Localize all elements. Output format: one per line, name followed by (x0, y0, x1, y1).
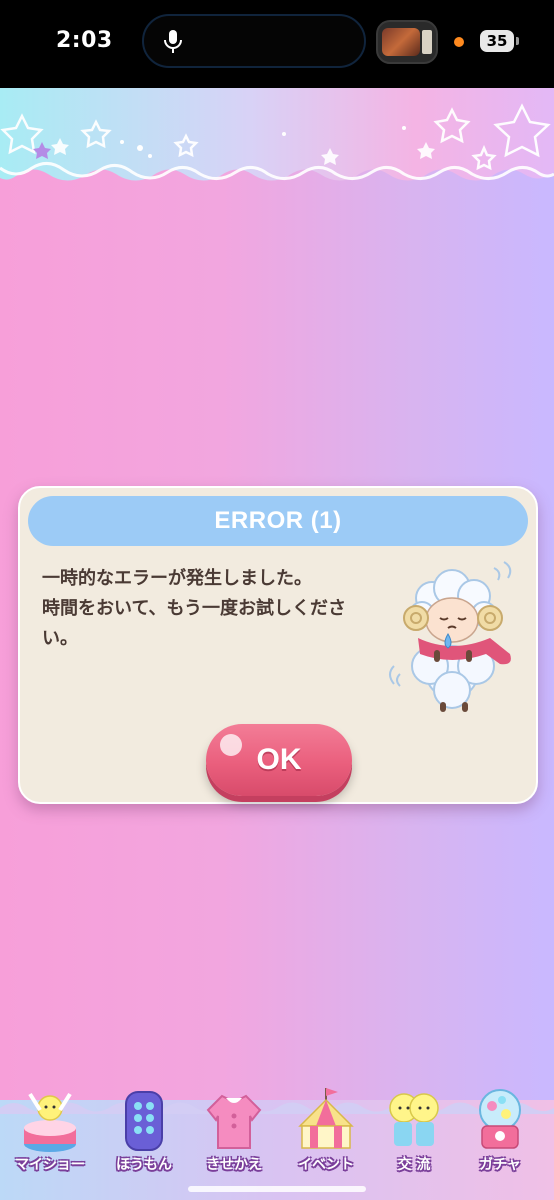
nav-item-myshow[interactable]: マイショー (10, 1086, 90, 1186)
stage-icon (24, 1092, 76, 1152)
top-star-banner (0, 88, 554, 181)
door-icon (125, 1091, 163, 1151)
nav-label-gacha: ガチャ (479, 1157, 521, 1173)
dress-icon (206, 1094, 262, 1149)
friends-icon (389, 1093, 439, 1146)
nav-label-dressup: きせかえ (206, 1157, 262, 1173)
nav-item-event[interactable]: イベント (286, 1086, 366, 1186)
dialog-message: 一時的なエラーが発生しました。 時間をおいて、もう一度お試しくださ い。 (42, 568, 347, 649)
gacha-icon (479, 1089, 521, 1149)
nav-label-exchange: 交 流 (397, 1157, 431, 1173)
battery-level: 35 (480, 30, 514, 52)
home-indicator[interactable] (188, 1186, 366, 1192)
dialog-title: ERROR (1) (28, 496, 528, 546)
ok-button-label: OK (256, 743, 302, 776)
nav-label-visit: ほうもん (116, 1157, 172, 1173)
nav-item-exchange[interactable]: 交 流 (374, 1086, 454, 1186)
nav-label-event: イベント (298, 1157, 354, 1173)
nav-item-dressup[interactable]: きせかえ (194, 1086, 274, 1186)
ok-button[interactable]: OK (206, 724, 352, 796)
sheep-mascot-icon (389, 561, 512, 712)
microphone-icon (164, 30, 182, 53)
status-time: 2:03 (56, 28, 113, 53)
privacy-indicator-dot (454, 37, 464, 47)
battery-nub (516, 37, 519, 45)
live-activity-thumbnail[interactable] (376, 20, 438, 64)
button-shine (220, 734, 242, 756)
nav-item-gacha[interactable]: ガチャ (460, 1086, 540, 1186)
nav-item-visit[interactable]: ほうもん (104, 1086, 184, 1186)
status-bar: 2:03 35 (0, 0, 554, 88)
error-dialog: ERROR (1) 一時的なエラーが発生しました。 時間をおいて、もう一度お試し… (18, 486, 538, 804)
tent-icon (298, 1088, 354, 1149)
dynamic-island (142, 14, 366, 68)
nav-label-myshow: マイショー (15, 1157, 85, 1173)
